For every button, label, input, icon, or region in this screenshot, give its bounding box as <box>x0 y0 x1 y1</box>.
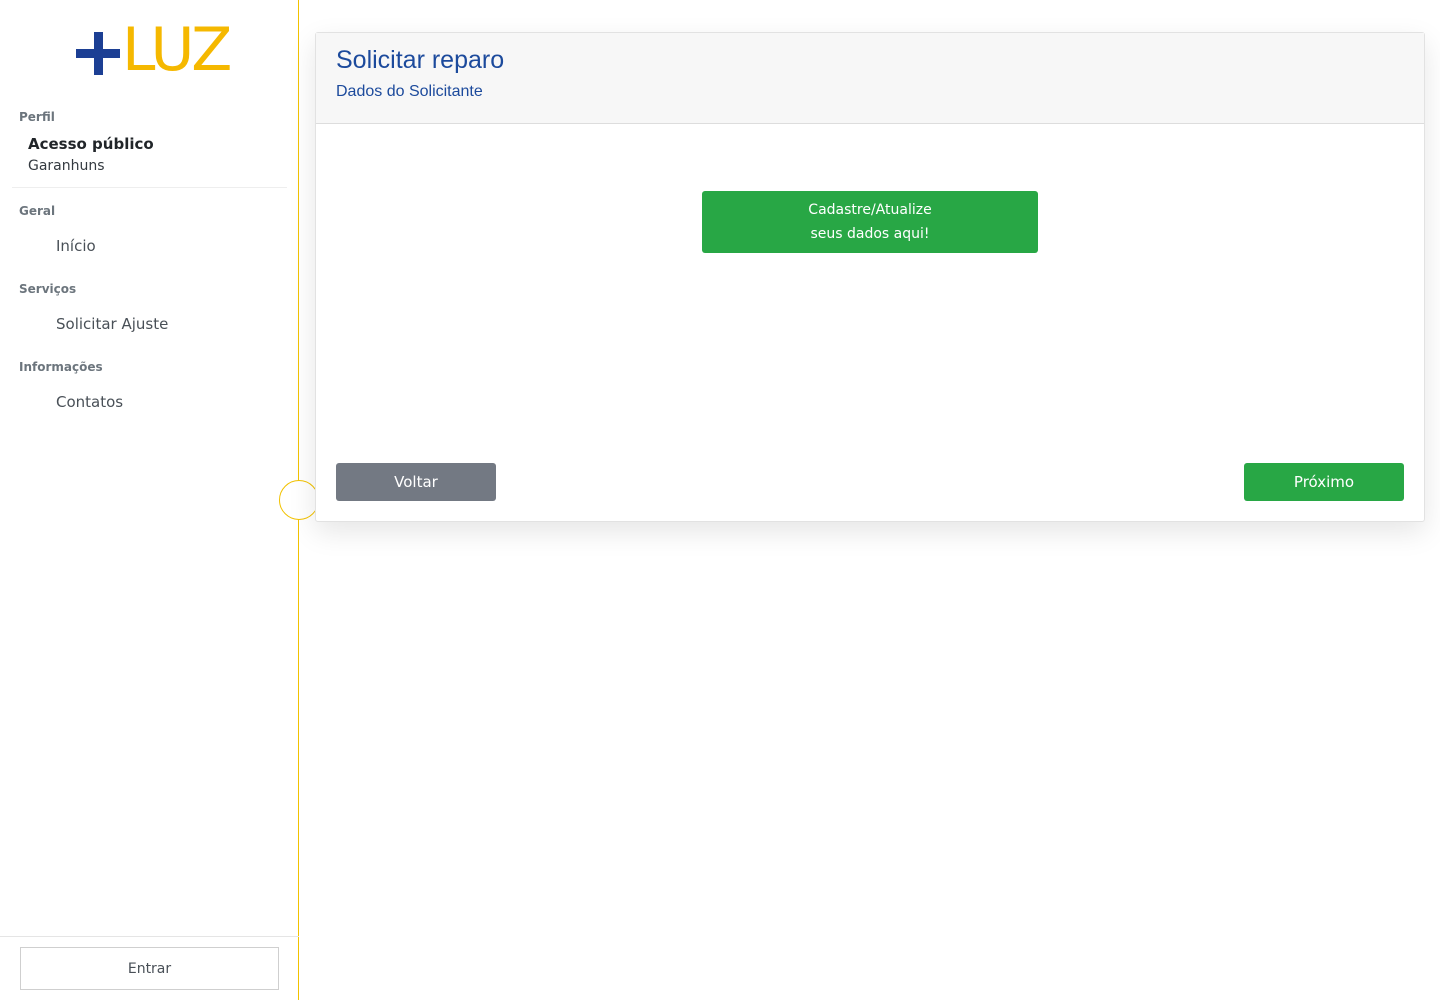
sidebar-toggle-handle[interactable] <box>279 480 319 520</box>
step-subtitle: Dados do Solicitante <box>336 83 483 100</box>
back-button[interactable]: Voltar <box>336 463 496 501</box>
sidebar-item-solicitar-ajuste[interactable]: Solicitar Ajuste <box>56 315 168 333</box>
sidebar: LUZ Perfil Acesso público Garanhuns Gera… <box>0 0 299 1000</box>
section-label-profile: Perfil <box>19 110 55 124</box>
sidebar-item-contatos[interactable]: Contatos <box>56 393 123 411</box>
login-button[interactable]: Entrar <box>20 947 279 990</box>
register-button-line2: seus dados aqui! <box>810 226 930 242</box>
section-label-general: Geral <box>19 204 56 218</box>
sidebar-item-inicio[interactable]: Início <box>56 237 96 255</box>
section-label-services: Serviços <box>19 282 77 296</box>
profile-divider <box>12 187 287 188</box>
profile-city: Garanhuns <box>28 158 105 174</box>
register-button-line1: Cadastre/Atualize <box>808 202 932 218</box>
sidebar-bottom-divider <box>0 936 299 937</box>
page-title: Solicitar reparo <box>336 46 505 74</box>
logo-plus-icon-bar <box>76 49 120 58</box>
logo-text: LUZ <box>122 15 232 85</box>
luz-logo[interactable]: LUZ <box>74 18 232 82</box>
register-update-data-button[interactable]: Cadastre/Atualize seus dados aqui! <box>702 191 1038 253</box>
profile-name: Acesso público <box>28 135 154 153</box>
next-button[interactable]: Próximo <box>1244 463 1404 501</box>
section-label-info: Informações <box>19 360 103 374</box>
request-repair-card: Solicitar reparo Dados do Solicitante Ca… <box>315 32 1425 522</box>
card-header: Solicitar reparo Dados do Solicitante <box>316 33 1424 124</box>
